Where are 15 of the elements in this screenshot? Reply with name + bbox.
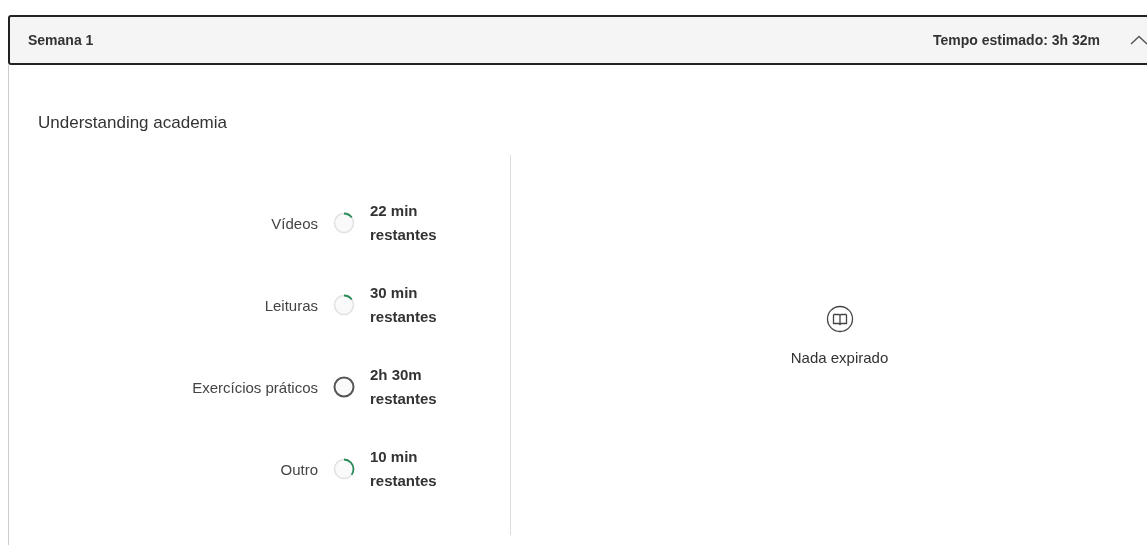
module-title: Understanding academia [38, 113, 227, 133]
time-remaining: 30 min restantes [370, 283, 437, 327]
collapse-chevron-icon[interactable] [1130, 35, 1147, 45]
estimated-time: Tempo estimado: 3h 32m [933, 32, 1100, 48]
time-remaining: 10 min restantes [370, 447, 437, 491]
time-remaining: 2h 30m restantes [370, 365, 437, 409]
activity-label: Exercícios práticos [191, 378, 318, 396]
empty-message: Nada expirado [790, 349, 889, 366]
week-title: Semana 1 [28, 32, 94, 48]
activity-label: Leituras [263, 296, 318, 314]
book-icon [825, 305, 854, 333]
activity-label: Vídeos [270, 214, 318, 232]
activity-label: Outro [279, 460, 318, 478]
week-header[interactable]: Semana 1 Tempo estimado: 3h 32m [8, 15, 1147, 65]
time-remaining: 22 min restantes [370, 201, 437, 245]
